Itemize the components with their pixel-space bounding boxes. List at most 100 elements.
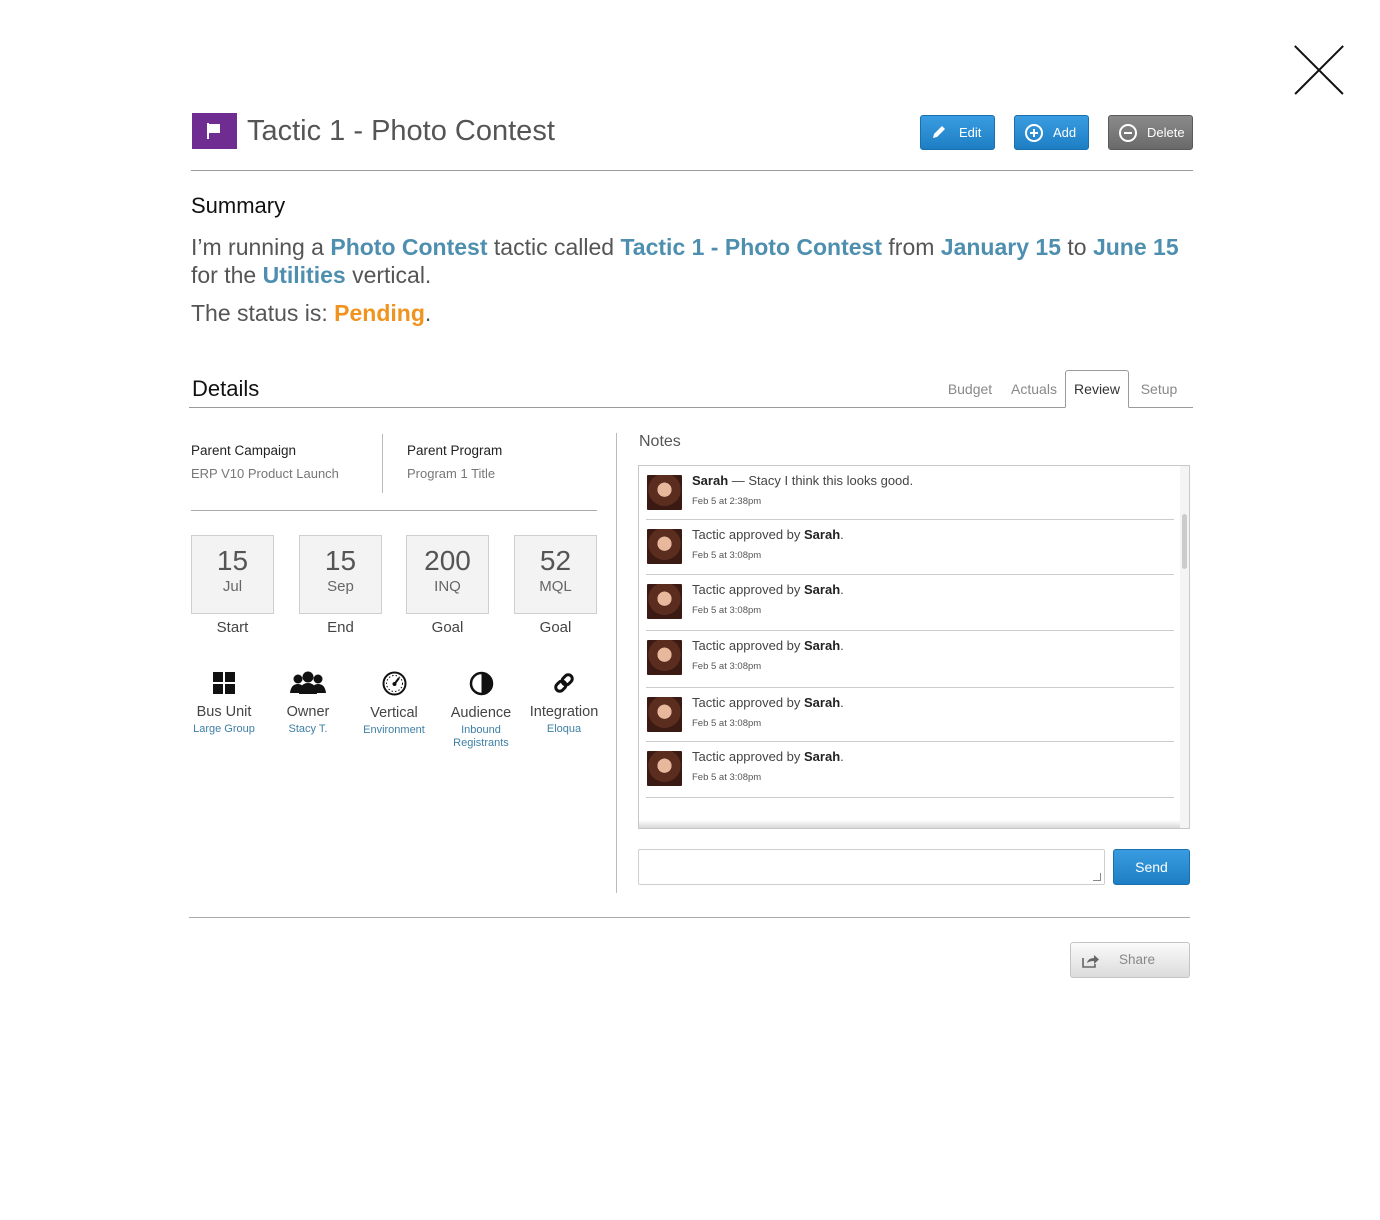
summary-text-part: to: [1061, 234, 1093, 260]
stat-number: 15: [216, 545, 249, 576]
resize-grip-icon[interactable]: [1093, 873, 1101, 881]
stat-inq-goal: 200 INQ: [406, 535, 489, 614]
notes-heading: Notes: [639, 433, 681, 450]
attr-name: Audience: [450, 705, 512, 721]
avatar: [647, 751, 682, 786]
status-label: The status is:: [191, 300, 335, 326]
note-timestamp: Feb 5 at 3:08pm: [692, 661, 762, 672]
note-prefix: Tactic approved by: [692, 695, 805, 710]
note-author[interactable]: Sarah: [804, 638, 840, 653]
attr-value[interactable]: Inbound Registrants: [438, 724, 524, 750]
share-icon: [1082, 955, 1099, 968]
scrollbar-thumb[interactable]: [1182, 514, 1187, 569]
attr-value[interactable]: Environment: [351, 724, 437, 737]
note-author[interactable]: Sarah: [804, 527, 840, 542]
note-suffix: .: [840, 749, 844, 764]
gauge-icon: [382, 671, 406, 696]
note-suffix: .: [840, 695, 844, 710]
note-item: Tactic approved by Sarah. Feb 5 at 3:08p…: [646, 742, 1174, 798]
end-date-link[interactable]: June 15: [1093, 234, 1179, 260]
note-author[interactable]: Sarah: [804, 695, 840, 710]
note-item: Tactic approved by Sarah. Feb 5 at 3:08p…: [646, 688, 1174, 742]
note-text: Tactic approved by Sarah.: [692, 749, 844, 764]
status-suffix: .: [424, 300, 432, 326]
stat-unit: Sep: [327, 578, 354, 595]
stat-unit: INQ: [434, 578, 461, 595]
stat-caption: Start: [216, 619, 249, 636]
summary-text-part: for the: [191, 262, 263, 288]
summary-text-part: vertical.: [345, 262, 432, 288]
notes-list[interactable]: Sarah — Stacy I think this looks good. F…: [638, 465, 1190, 829]
link-icon: [554, 673, 574, 693]
attr-value[interactable]: Eloqua: [521, 723, 607, 736]
column-divider: [616, 433, 617, 893]
start-date-link[interactable]: January 15: [941, 234, 1061, 260]
note-item: Sarah — Stacy I think this looks good. F…: [646, 466, 1174, 520]
notes-scrollbar[interactable]: [1180, 466, 1189, 828]
parent-program-label: Parent Program: [407, 443, 503, 458]
add-button[interactable]: Add: [1014, 115, 1089, 150]
close-icon[interactable]: [1293, 44, 1345, 96]
tab-review[interactable]: Review: [1065, 370, 1129, 408]
parent-campaign-value[interactable]: ERP V10 Product Launch: [191, 466, 339, 481]
avatar: [647, 697, 682, 732]
attr-value[interactable]: Stacy T.: [265, 723, 351, 736]
note-prefix: Tactic approved by: [692, 638, 805, 653]
note-text: Sarah — Stacy I think this looks good.: [692, 473, 913, 488]
note-text: Tactic approved by Sarah.: [692, 582, 844, 597]
edit-button[interactable]: Edit: [920, 115, 995, 150]
stat-caption: Goal: [431, 619, 464, 636]
edit-button-label: Edit: [959, 125, 982, 140]
summary-text-part: from: [882, 234, 941, 260]
attr-integration: Integration Eloqua: [521, 671, 607, 736]
note-author[interactable]: Sarah: [804, 749, 840, 764]
note-author[interactable]: Sarah: [692, 473, 728, 488]
summary-text-part: tactic called: [487, 234, 621, 260]
summary-heading: Summary: [191, 193, 286, 218]
attr-bus-unit: Bus Unit Large Group: [181, 671, 267, 736]
note-prefix: Tactic approved by: [692, 582, 805, 597]
attr-name: Integration: [529, 704, 599, 720]
tactic-name-link[interactable]: Tactic 1 - Photo Contest: [620, 234, 882, 260]
stat-number: 200: [424, 545, 471, 576]
tab-setup[interactable]: Setup: [1131, 370, 1187, 408]
avatar: [647, 584, 682, 619]
note-timestamp: Feb 5 at 2:38pm: [692, 496, 762, 507]
note-timestamp: Feb 5 at 3:08pm: [692, 718, 762, 729]
stat-caption: End: [327, 619, 354, 636]
parent-program-value[interactable]: Program 1 Title: [407, 466, 495, 481]
note-author[interactable]: Sarah: [804, 582, 840, 597]
note-item: Tactic approved by Sarah. Feb 5 at 3:08p…: [646, 631, 1174, 688]
stat-start: 15 Jul: [191, 535, 274, 614]
tab-budget[interactable]: Budget: [939, 370, 1001, 408]
delete-button[interactable]: Delete: [1108, 115, 1193, 150]
send-button[interactable]: Send: [1113, 849, 1190, 885]
note-suffix: .: [840, 582, 844, 597]
attr-value[interactable]: Large Group: [181, 723, 267, 736]
status-value[interactable]: Pending: [334, 300, 425, 326]
pencil-icon: [931, 124, 949, 142]
footer-divider: [189, 917, 1190, 918]
attr-vertical: Vertical Environment: [351, 671, 437, 737]
note-suffix: .: [840, 527, 844, 542]
note-suffix: .: [840, 638, 844, 653]
note-input[interactable]: [638, 849, 1105, 885]
vertical-link[interactable]: Utilities: [263, 262, 346, 288]
stat-number: 15: [324, 545, 357, 576]
avatar: [647, 475, 682, 510]
summary-text-part: I’m running a: [191, 234, 331, 260]
share-button[interactable]: Share: [1070, 942, 1190, 978]
notes-fade: [639, 820, 1181, 828]
stat-number: 52: [539, 545, 572, 576]
notes-scroll-area: Sarah — Stacy I think this looks good. F…: [639, 466, 1181, 828]
stat-unit: MQL: [539, 578, 572, 595]
note-timestamp: Feb 5 at 3:08pm: [692, 772, 762, 783]
note-prefix: Tactic approved by: [692, 749, 805, 764]
attr-name: Owner: [286, 704, 330, 720]
stat-end: 15 Sep: [299, 535, 382, 614]
flag-icon: [192, 113, 237, 149]
contrast-icon: [469, 671, 493, 696]
tab-actuals[interactable]: Actuals: [1003, 370, 1065, 408]
tactic-type-link[interactable]: Photo Contest: [330, 234, 487, 260]
note-text: Tactic approved by Sarah.: [692, 695, 844, 710]
